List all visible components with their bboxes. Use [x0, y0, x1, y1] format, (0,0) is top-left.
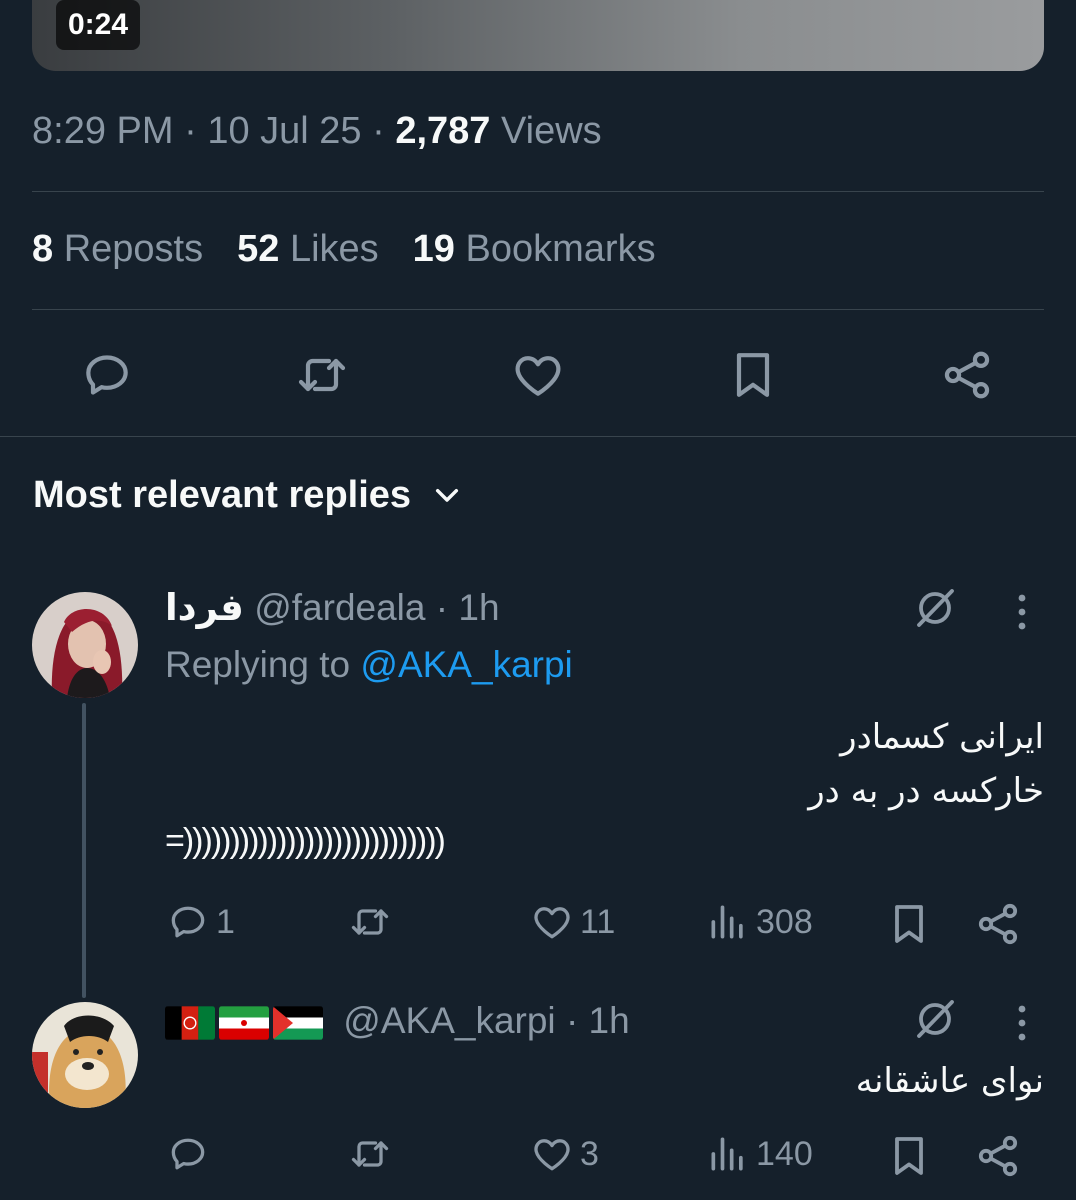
video-duration: 0:24	[56, 0, 141, 50]
heart-icon	[534, 1139, 570, 1171]
reply-age: 1h	[458, 587, 500, 628]
views-button[interactable]: 308	[706, 900, 813, 944]
divider	[0, 436, 1076, 437]
grok-icon[interactable]	[911, 995, 959, 1043]
author-handle[interactable]: @AKA_karpi	[343, 1000, 555, 1041]
views-count: 140	[756, 1134, 813, 1173]
reply-text-line: نوای عاشقانه	[855, 1061, 1044, 1101]
grok-icon[interactable]	[911, 584, 959, 632]
replies-sort-dropdown[interactable]: Most relevant replies	[33, 474, 463, 517]
reply-text-line: =))))))))))))))))))))))))))))	[165, 822, 446, 860]
share-button[interactable]	[932, 340, 1002, 410]
avatar[interactable]	[32, 1002, 138, 1108]
chevron-down-icon	[435, 488, 459, 502]
avatar-image	[32, 592, 138, 698]
reply-button[interactable]	[72, 340, 142, 410]
avatar[interactable]	[32, 592, 138, 698]
bookmarks-stat[interactable]: 19 Bookmarks	[413, 228, 656, 271]
tweet-meta: 8:29 PM · 10 Jul 25 · 2,787 Views	[32, 110, 602, 152]
views-label: Views	[500, 110, 602, 152]
bookmark-icon[interactable]	[885, 1132, 933, 1180]
bookmark-icon[interactable]	[885, 900, 933, 948]
repost-button[interactable]	[348, 900, 392, 944]
repost-icon	[351, 909, 389, 935]
analytics-icon	[711, 905, 743, 939]
repost-icon	[298, 358, 346, 392]
share-icon[interactable]	[974, 900, 1022, 948]
reply-age: 1h	[588, 1000, 630, 1041]
afghanistan-flag	[165, 1006, 215, 1040]
divider	[32, 191, 1044, 192]
share-icon	[944, 351, 990, 399]
tweet-time: 8:29 PM	[32, 110, 174, 152]
like-button[interactable]: 3	[530, 1132, 599, 1176]
tweet-stats: 8 Reposts 52 Likes 19 Bookmarks	[32, 228, 656, 271]
repost-button[interactable]	[348, 1132, 392, 1176]
bookmark-button[interactable]	[718, 340, 788, 410]
reply-count: 1	[216, 902, 235, 941]
author-name[interactable]: فردا	[165, 586, 244, 629]
views-count: 2,787	[395, 110, 491, 152]
likes-stat[interactable]: 52 Likes	[237, 228, 379, 271]
analytics-icon	[711, 1137, 743, 1171]
more-options-icon[interactable]	[998, 588, 1046, 636]
like-button[interactable]: 11	[530, 900, 615, 944]
tweet-date: 10 Jul 25	[207, 110, 362, 152]
like-count: 11	[580, 902, 616, 941]
views-button[interactable]: 140	[706, 1132, 813, 1176]
author-handle[interactable]: @fardeala	[254, 587, 425, 628]
repost-icon	[351, 1141, 389, 1167]
bookmark-icon	[736, 353, 770, 397]
palestine-flag	[273, 1006, 323, 1040]
video-player[interactable]: 0:24	[32, 0, 1044, 71]
replying-to: Replying to @AKA_karpi	[165, 644, 573, 685]
thread-line	[82, 703, 86, 998]
reply-text-line: خارکسه در به در	[808, 771, 1044, 811]
iran-flag	[219, 1006, 269, 1040]
reply-button[interactable]: 1	[166, 900, 235, 944]
reply-text-line: ایرانی کسمادر	[840, 717, 1044, 757]
heart-icon	[534, 907, 570, 939]
like-button[interactable]	[503, 340, 573, 410]
reply-button[interactable]	[166, 1132, 210, 1176]
reposts-stat[interactable]: 8 Reposts	[32, 228, 203, 271]
share-icon[interactable]	[974, 1132, 1022, 1180]
repost-button[interactable]	[287, 340, 357, 410]
reply-icon	[171, 1138, 205, 1170]
reply-author-line[interactable]: فردا @fardeala · 1h	[165, 586, 500, 629]
views-count: 308	[756, 902, 813, 941]
reply-icon	[171, 906, 205, 938]
tweet-action-bar	[0, 340, 1076, 410]
heart-icon	[515, 356, 561, 396]
replies-sort-label: Most relevant replies	[33, 474, 412, 516]
divider	[32, 309, 1044, 310]
like-count: 3	[580, 1134, 599, 1173]
avatar-image	[32, 1002, 138, 1108]
replying-to-handle[interactable]: @AKA_karpi	[360, 644, 572, 685]
reply-icon	[86, 355, 128, 395]
reply-author-line[interactable]: @AKA_karpi · 1h	[165, 1000, 630, 1042]
author-flags	[165, 1006, 323, 1040]
more-options-icon[interactable]	[998, 999, 1046, 1047]
